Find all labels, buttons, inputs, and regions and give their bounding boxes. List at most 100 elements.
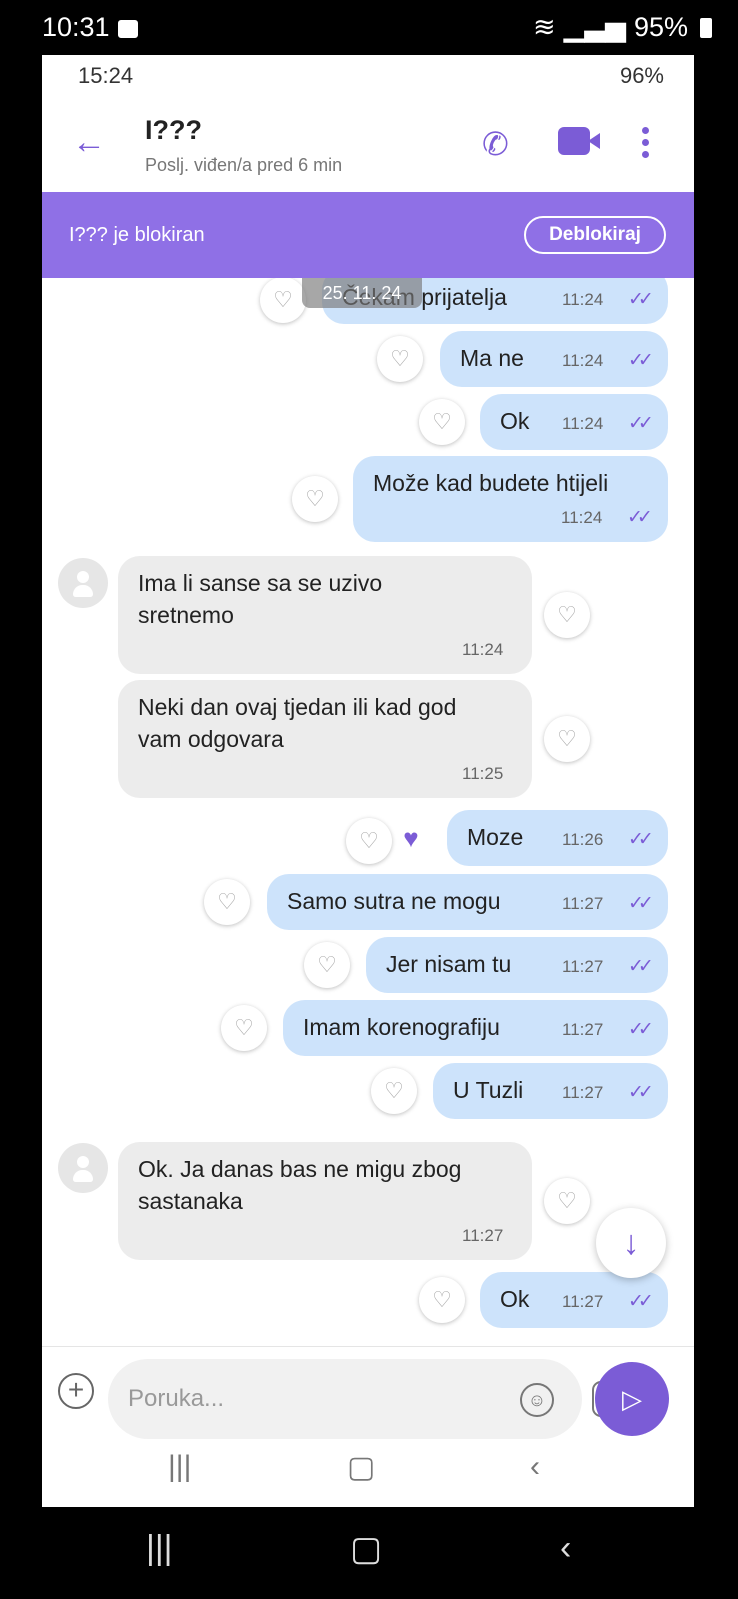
message-text: Samo sutra ne mogu <box>287 888 501 914</box>
message-text: Može kad budete htijeli <box>373 470 609 496</box>
read-ticks-icon: ✓✓ <box>628 1019 654 1040</box>
read-ticks-icon: ✓✓ <box>628 893 654 914</box>
message-time: 11:26 <box>562 830 604 849</box>
message-bubble-out[interactable]: Jer nisam tu 11:27 ✓✓ <box>366 937 668 993</box>
like-heart-icon[interactable]: ♡ <box>544 716 590 762</box>
message-time: 11:27 <box>562 1083 604 1102</box>
message-placeholder: Poruka... <box>128 1385 225 1412</box>
like-heart-icon[interactable]: ♡ <box>544 1178 590 1224</box>
message-text: Ma ne <box>460 345 524 371</box>
message-text: sretnemo <box>138 602 234 628</box>
message-list[interactable]: Čekam prijatelja 11:24 ✓✓ ♡ 25. 11. 24 M… <box>42 278 694 1346</box>
blocked-text: I??? je blokiran <box>69 224 205 246</box>
message-text: U Tuzli <box>453 1077 524 1103</box>
chat-header: ← I??? Poslj. viđen/a pred 6 min ✆ <box>42 97 694 192</box>
inner-nav-bar: ||| ▢ ‹ <box>42 1440 694 1507</box>
message-text: Ok <box>500 1286 530 1312</box>
scroll-down-arrow-icon[interactable]: ↓ <box>596 1208 666 1278</box>
phone-icon[interactable]: ✆ <box>482 125 509 163</box>
more-options-icon[interactable] <box>642 127 652 163</box>
recent-apps-icon[interactable]: ||| <box>168 1450 191 1484</box>
like-heart-icon[interactable]: ♡ <box>419 399 465 445</box>
inner-battery: 96% <box>619 63 664 88</box>
viber-screenshot: 15:24 96% ← I??? Poslj. viđen/a pred 6 m… <box>42 55 694 1507</box>
inner-status-bar: 15:24 96% <box>42 55 694 97</box>
message-bubble-out[interactable]: Samo sutra ne mogu 11:27 ✓✓ <box>267 874 668 930</box>
battery-icon <box>700 17 712 38</box>
message-text: Moze <box>467 824 524 850</box>
message-time: 11:27 <box>562 1020 604 1039</box>
message-bubble-in[interactable]: Ima li sanse sa se uzivo sretnemo 11:24 <box>118 556 532 674</box>
message-bubble-in[interactable]: Ok. Ja danas bas ne migu zbog sastanaka … <box>118 1142 532 1260</box>
back-icon[interactable]: ‹ <box>560 1529 571 1568</box>
like-heart-icon[interactable]: ♡ <box>371 1068 417 1114</box>
message-composer: + Poruka... ☺ ▣ ▷ <box>42 1346 694 1439</box>
recent-apps-icon[interactable]: ||| <box>146 1529 173 1568</box>
message-time: 11:27 <box>562 957 604 976</box>
message-time: 11:24 <box>562 414 604 433</box>
message-time: 11:24 <box>561 508 603 527</box>
like-heart-icon[interactable]: ♡ <box>221 1005 267 1051</box>
like-heart-icon[interactable]: ♡ <box>204 879 250 925</box>
message-text: Imam korenografiju <box>303 1014 500 1040</box>
message-text: Ok. Ja danas bas ne migu zbog <box>138 1156 462 1182</box>
message-bubble-out[interactable]: Ma ne 11:24 ✓✓ <box>440 331 668 387</box>
emoji-icon[interactable]: ☺ <box>520 1383 554 1417</box>
video-call-icon[interactable] <box>558 125 602 157</box>
message-bubble-out[interactable]: Ok 11:24 ✓✓ <box>480 394 668 450</box>
message-text: sastanaka <box>138 1188 243 1214</box>
contact-name[interactable]: I??? <box>145 115 202 146</box>
like-heart-icon[interactable]: ♡ <box>260 278 306 323</box>
message-bubble-out[interactable]: Imam korenografiju 11:27 ✓✓ <box>283 1000 668 1056</box>
home-icon[interactable]: ▢ <box>347 1450 375 1485</box>
back-icon[interactable]: ‹ <box>530 1450 540 1484</box>
last-seen: Poslj. viđen/a pred 6 min <box>145 155 343 175</box>
like-heart-icon[interactable]: ♡ <box>304 942 350 988</box>
like-heart-icon[interactable]: ♡ <box>419 1277 465 1323</box>
message-input[interactable]: Poruka... ☺ ▣ <box>108 1359 628 1439</box>
unblock-button[interactable]: Deblokiraj <box>524 216 666 254</box>
contact-avatar[interactable] <box>58 558 108 608</box>
liked-heart-icon[interactable]: ♥ <box>388 815 434 861</box>
message-text: Jer nisam tu <box>386 951 512 977</box>
add-attachment-icon[interactable]: + <box>58 1373 94 1409</box>
device-time: 10:31 <box>42 12 110 42</box>
message-time: 11:27 <box>462 1226 504 1245</box>
message-time: 11:24 <box>562 351 604 370</box>
read-ticks-icon: ✓✓ <box>627 507 653 528</box>
message-bubble-out[interactable]: Ok 11:27 ✓✓ <box>480 1272 668 1328</box>
read-ticks-icon: ✓✓ <box>628 350 654 371</box>
wifi-icon: ≋ <box>533 12 556 42</box>
signal-icon: ▁▃▅ <box>563 12 626 42</box>
contact-avatar[interactable] <box>58 1143 108 1193</box>
read-ticks-icon: ✓✓ <box>628 1082 654 1103</box>
device-status-bar: 10:31 ≋ ▁▃▅ 95% <box>0 0 738 56</box>
message-bubble-out[interactable]: Može kad budete htijeli 11:24 ✓✓ <box>353 456 668 542</box>
read-ticks-icon: ✓✓ <box>628 413 654 434</box>
message-time: 11:24 <box>462 640 504 659</box>
date-chip: 25. 11. 24 <box>302 278 422 308</box>
like-heart-icon[interactable]: ♡ <box>346 818 392 864</box>
inner-time: 15:24 <box>78 63 134 88</box>
message-bubble-out[interactable]: Moze 11:26 ✓✓ <box>447 810 668 866</box>
message-bubble-in[interactable]: Neki dan ovaj tjedan ili kad god vam odg… <box>118 680 532 798</box>
message-bubble-out[interactable]: U Tuzli 11:27 ✓✓ <box>433 1063 668 1119</box>
message-time: 11:27 <box>562 1292 604 1311</box>
home-icon[interactable]: ▢ <box>350 1529 382 1569</box>
send-video-message-icon[interactable]: ▷ <box>595 1362 669 1436</box>
message-text: Neki dan ovaj tjedan ili kad god <box>138 694 457 720</box>
read-ticks-icon: ✓✓ <box>628 1291 654 1312</box>
like-heart-icon[interactable]: ♡ <box>544 592 590 638</box>
gallery-icon <box>118 20 138 38</box>
device-nav-bar: ||| ▢ ‹ <box>0 1507 738 1599</box>
message-text: Ok <box>500 408 530 434</box>
message-time: 11:27 <box>562 894 604 913</box>
blocked-banner: I??? je blokiran Deblokiraj <box>42 192 694 278</box>
back-arrow-icon[interactable]: ← <box>72 125 106 159</box>
message-time: 11:24 <box>562 290 604 309</box>
device-status-right: ≋ ▁▃▅ 95% <box>533 12 712 43</box>
like-heart-icon[interactable]: ♡ <box>292 476 338 522</box>
like-heart-icon[interactable]: ♡ <box>377 336 423 382</box>
read-ticks-icon: ✓✓ <box>628 956 654 977</box>
battery-text: 95% <box>633 12 688 42</box>
